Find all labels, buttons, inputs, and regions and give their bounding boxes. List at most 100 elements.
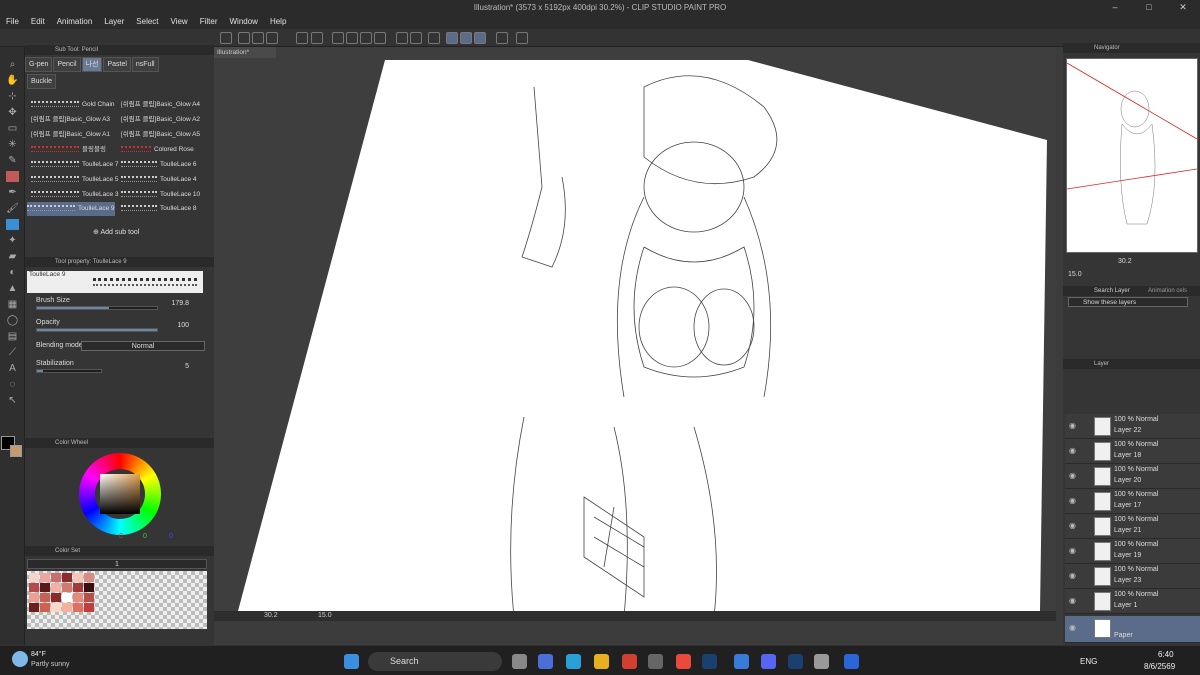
opacity-value[interactable]: 100 — [161, 322, 189, 329]
fill-icon[interactable] — [360, 32, 372, 44]
taskbar-search[interactable]: Search — [368, 652, 502, 671]
tab-buckle[interactable]: Buckle — [27, 74, 57, 89]
brush-item[interactable]: [쉬림프 클립]Basic_Glow A4 — [121, 98, 209, 112]
gradient-icon[interactable]: ▦ — [6, 299, 19, 310]
color-swatch[interactable] — [62, 583, 72, 592]
color-swatch[interactable] — [51, 593, 61, 602]
crop-icon[interactable] — [396, 32, 408, 44]
color-swatch[interactable] — [62, 573, 72, 582]
layer-item[interactable]: ◉ 100 % Normal Layer 23 — [1065, 564, 1200, 589]
curve-tool-icon[interactable] — [446, 32, 458, 44]
brush-item[interactable]: ToulleLace 8 — [121, 202, 209, 216]
task-view-icon[interactable] — [512, 654, 527, 669]
clock-time[interactable]: 6:40 — [1158, 650, 1174, 659]
pencil-icon[interactable] — [6, 171, 19, 182]
color-swatch[interactable] — [73, 603, 83, 612]
navigator-preview[interactable] — [1066, 58, 1198, 253]
color-swatch[interactable] — [29, 583, 39, 592]
snap-icon[interactable] — [496, 32, 508, 44]
zoom-icon[interactable]: ⌕ — [6, 59, 19, 70]
explorer-icon[interactable] — [594, 654, 609, 669]
opacity-slider[interactable] — [36, 328, 158, 332]
color-square[interactable] — [100, 474, 140, 514]
menu-animation[interactable]: Animation — [51, 15, 99, 29]
fill-tool-icon[interactable]: ▲ — [6, 283, 19, 294]
color-swatch[interactable] — [84, 603, 94, 612]
correct-line-icon[interactable]: ↖ — [6, 395, 19, 406]
app-icon[interactable] — [622, 654, 637, 669]
color-swatch[interactable] — [51, 603, 61, 612]
menu-select[interactable]: Select — [130, 15, 164, 29]
stabilization-value[interactable]: 5 — [165, 363, 189, 370]
eye-icon[interactable]: ◉ — [1069, 596, 1076, 605]
weather-icon[interactable] — [12, 651, 28, 667]
menu-window[interactable]: Window — [224, 15, 264, 29]
color-swatch[interactable] — [62, 603, 72, 612]
brush-item[interactable]: 블링블링 — [31, 143, 119, 157]
canvas-icon[interactable] — [220, 32, 232, 44]
widgets-icon[interactable] — [538, 654, 553, 669]
menu-file[interactable]: File — [0, 15, 25, 29]
eye-icon[interactable]: ◉ — [1069, 546, 1076, 555]
eye-icon[interactable]: ◉ — [1069, 471, 1076, 480]
canvas-area[interactable] — [214, 47, 1056, 621]
discord-icon[interactable] — [761, 654, 776, 669]
save-icon[interactable] — [266, 32, 278, 44]
redo-icon[interactable] — [311, 32, 323, 44]
transform-icon[interactable] — [346, 32, 358, 44]
navigator-zoom[interactable]: 30.2 — [1118, 258, 1132, 265]
layer-item[interactable]: ◉ 100 % Normal Layer 21 — [1065, 514, 1200, 539]
color-swatch[interactable] — [84, 573, 94, 582]
app-icon[interactable] — [734, 654, 749, 669]
menu-layer[interactable]: Layer — [98, 15, 130, 29]
balloon-icon[interactable]: ◌ — [6, 379, 19, 390]
close-button[interactable]: ✕ — [1166, 0, 1200, 15]
tab-nsfull[interactable]: nsFull — [131, 57, 159, 72]
color-swatch[interactable] — [40, 573, 50, 582]
layer-item[interactable]: ◉ 100 % Normal Layer 17 — [1065, 489, 1200, 514]
color-swatch[interactable] — [29, 573, 39, 582]
brush-item[interactable]: ToulleLace 9 — [27, 202, 115, 216]
eye-icon[interactable]: ◉ — [1069, 623, 1076, 632]
brush-icon[interactable]: 🖌 — [6, 203, 19, 214]
brush-item[interactable]: ToulleLace 3 — [31, 188, 119, 202]
eye-icon[interactable]: ◉ — [1069, 521, 1076, 530]
color-swatch[interactable] — [84, 593, 94, 602]
frame-icon[interactable]: ▤ — [6, 331, 19, 342]
blend-icon[interactable]: ◐ — [6, 267, 19, 278]
color-wheel[interactable] — [79, 453, 161, 535]
clip-studio-icon[interactable] — [814, 654, 829, 669]
color-swatch[interactable] — [40, 583, 50, 592]
ruler-tool-icon[interactable]: ⟋ — [6, 347, 19, 358]
text-icon[interactable]: A — [6, 363, 19, 374]
brush-size-value[interactable]: 179.8 — [161, 300, 189, 307]
color-swatch[interactable] — [73, 573, 83, 582]
color-swatch[interactable] — [51, 573, 61, 582]
brush-item[interactable]: Colored Rose — [121, 143, 209, 157]
layer-item[interactable]: ◉ 100 % Normal Layer 18 — [1065, 439, 1200, 464]
invert-icon[interactable] — [410, 32, 422, 44]
maximize-button[interactable]: □ — [1132, 0, 1166, 15]
tab-pencil[interactable]: Pencil — [53, 57, 81, 72]
brush-item[interactable]: Gold Chain — [31, 98, 119, 112]
color-swatch[interactable] — [40, 603, 50, 612]
tab-animation-cels[interactable]: Animation cels — [1148, 286, 1187, 296]
brush-item[interactable]: [쉬림프 클립]Basic_Glow A2 — [121, 113, 209, 127]
eyedropper-icon[interactable]: ✎ — [6, 155, 19, 166]
pen-icon[interactable]: ✒ — [6, 187, 19, 198]
figure-icon[interactable]: ◯ — [6, 315, 19, 326]
open-icon[interactable] — [252, 32, 264, 44]
paper-layer[interactable]: ◉ Paper — [1065, 616, 1200, 643]
selection-icon[interactable]: ▭ — [6, 123, 19, 134]
clock-date[interactable]: 8/6/2569 — [1144, 662, 1175, 671]
steam-icon[interactable] — [702, 654, 717, 669]
ruler-icon[interactable] — [474, 32, 486, 44]
brush-item[interactable]: ToulleLace 4 — [121, 173, 209, 187]
menu-help[interactable]: Help — [264, 15, 292, 29]
deselect-icon[interactable] — [374, 32, 386, 44]
tab-gpen[interactable]: G-pen — [25, 57, 53, 72]
decoration-icon[interactable]: ✦ — [6, 235, 19, 246]
windows-start-icon[interactable] — [344, 654, 359, 669]
color-swatch[interactable] — [84, 583, 94, 592]
layer-item[interactable]: ◉ 100 % Normal Layer 1 — [1065, 589, 1200, 614]
